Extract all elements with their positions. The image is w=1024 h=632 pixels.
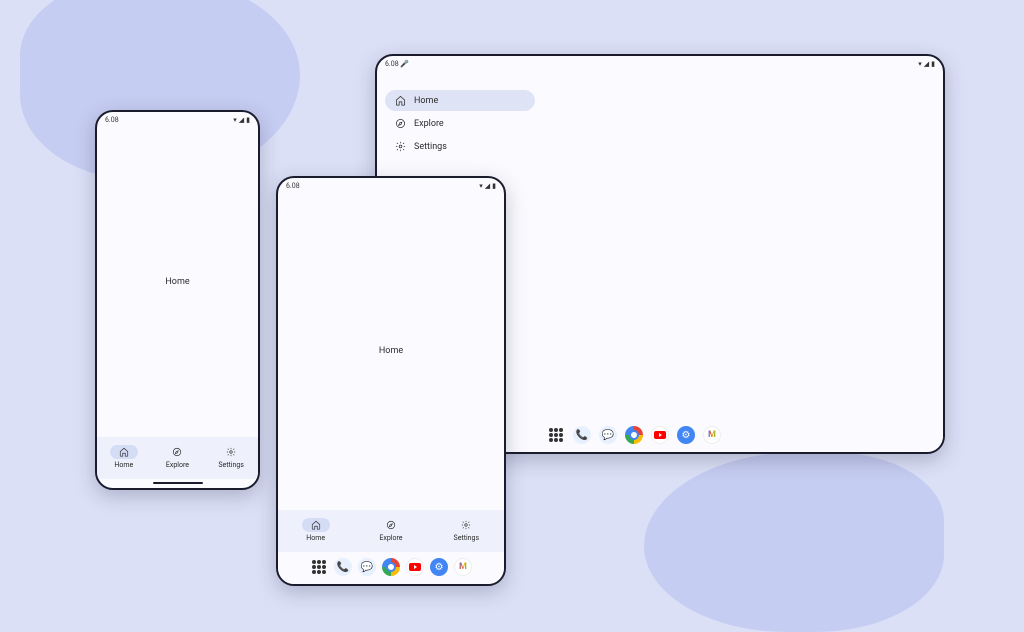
- nav-explore-label: Explore: [166, 461, 189, 469]
- side-nav: Home Explore Settings: [385, 90, 535, 157]
- nav-home[interactable]: Home: [104, 443, 144, 471]
- dock-gmail[interactable]: M: [703, 426, 721, 444]
- phone-icon: 📞: [337, 562, 349, 573]
- dock-phone[interactable]: 📞: [334, 558, 352, 576]
- settings-icon: [461, 520, 471, 530]
- signal-icon: ◢: [239, 117, 244, 124]
- signal-icon: ◢: [485, 183, 490, 190]
- nav-explore[interactable]: Explore: [371, 516, 411, 544]
- mic-icon: 🎤: [400, 60, 409, 68]
- settings-icon: [395, 141, 406, 152]
- nav-settings-label: Settings: [414, 142, 447, 152]
- battery-icon: ▮: [246, 117, 250, 124]
- nav-explore[interactable]: Explore: [157, 443, 197, 471]
- page-title: Home: [379, 346, 403, 356]
- chrome-icon: [629, 430, 639, 440]
- explore-icon: [386, 520, 396, 530]
- dock-messages[interactable]: 💬: [599, 426, 617, 444]
- status-bar: 6.08 ▾ ◢ ▮: [97, 112, 258, 126]
- gear-icon: ⚙: [682, 430, 691, 441]
- dock-settings[interactable]: ⚙: [430, 558, 448, 576]
- wifi-icon: ▾: [918, 61, 922, 68]
- dock-chrome[interactable]: [625, 426, 643, 444]
- dock-apps[interactable]: [310, 558, 328, 576]
- battery-icon: ▮: [492, 183, 496, 190]
- status-bar: 6.08 🎤 ▾ ◢ ▮: [377, 56, 943, 70]
- apps-icon: [310, 558, 328, 576]
- explore-icon: [395, 118, 406, 129]
- page-title: Home: [165, 277, 189, 287]
- nav-settings-label: Settings: [454, 534, 480, 542]
- nav-home-label: Home: [114, 461, 133, 469]
- dock-messages[interactable]: 💬: [358, 558, 376, 576]
- dock-youtube[interactable]: [406, 558, 424, 576]
- dock-youtube[interactable]: [651, 426, 669, 444]
- nav-settings[interactable]: Settings: [211, 443, 251, 471]
- gear-icon: ⚙: [435, 562, 444, 573]
- nav-home-label: Home: [414, 96, 438, 106]
- bottom-nav: Home Explore Settings: [278, 510, 504, 552]
- status-time: 6.08: [105, 116, 119, 124]
- wifi-icon: ▾: [233, 117, 237, 124]
- nav-home[interactable]: Home: [296, 516, 336, 544]
- dock-apps[interactable]: [547, 426, 565, 444]
- apps-icon: [547, 426, 565, 444]
- chrome-icon: [386, 562, 396, 572]
- bottom-nav: Home Explore Settings: [97, 437, 258, 479]
- nav-explore-label: Explore: [414, 119, 444, 129]
- gmail-icon: M: [459, 562, 467, 572]
- device-phone: 6.08 ▾ ◢ ▮ Home Home Explore Settings: [95, 110, 260, 490]
- settings-icon: [226, 447, 236, 457]
- gmail-icon: M: [708, 430, 716, 440]
- wifi-icon: ▾: [479, 183, 483, 190]
- nav-home[interactable]: Home: [385, 90, 535, 111]
- messages-icon: 💬: [361, 562, 373, 573]
- explore-icon: [172, 447, 182, 457]
- nav-explore[interactable]: Explore: [385, 113, 535, 134]
- home-icon: [119, 447, 129, 457]
- nav-explore-label: Explore: [379, 534, 402, 542]
- dock-settings[interactable]: ⚙: [677, 426, 695, 444]
- home-icon: [311, 520, 321, 530]
- signal-icon: ◢: [924, 61, 929, 68]
- status-bar: 6.08 ▾ ◢ ▮: [278, 178, 504, 192]
- decorative-blob: [644, 452, 944, 632]
- dock: 📞 💬 ⚙ M: [278, 552, 504, 584]
- device-foldable: 6.08 ▾ ◢ ▮ Home Home Explore Settings 📞 …: [276, 176, 506, 586]
- home-icon: [395, 95, 406, 106]
- nav-settings[interactable]: Settings: [385, 136, 535, 157]
- dock-chrome[interactable]: [382, 558, 400, 576]
- home-indicator[interactable]: [153, 482, 203, 484]
- messages-icon: 💬: [602, 430, 614, 441]
- dock-gmail[interactable]: M: [454, 558, 472, 576]
- youtube-icon: [654, 431, 666, 439]
- content-area: Home: [278, 192, 504, 510]
- status-time: 6.08: [385, 60, 399, 68]
- youtube-icon: [409, 563, 421, 571]
- content-area: Home: [97, 126, 258, 437]
- nav-settings[interactable]: Settings: [446, 516, 486, 544]
- nav-settings-label: Settings: [218, 461, 244, 469]
- nav-home-label: Home: [306, 534, 325, 542]
- dock-phone[interactable]: 📞: [573, 426, 591, 444]
- status-time: 6.08: [286, 182, 300, 190]
- phone-icon: 📞: [576, 430, 588, 441]
- battery-icon: ▮: [931, 61, 935, 68]
